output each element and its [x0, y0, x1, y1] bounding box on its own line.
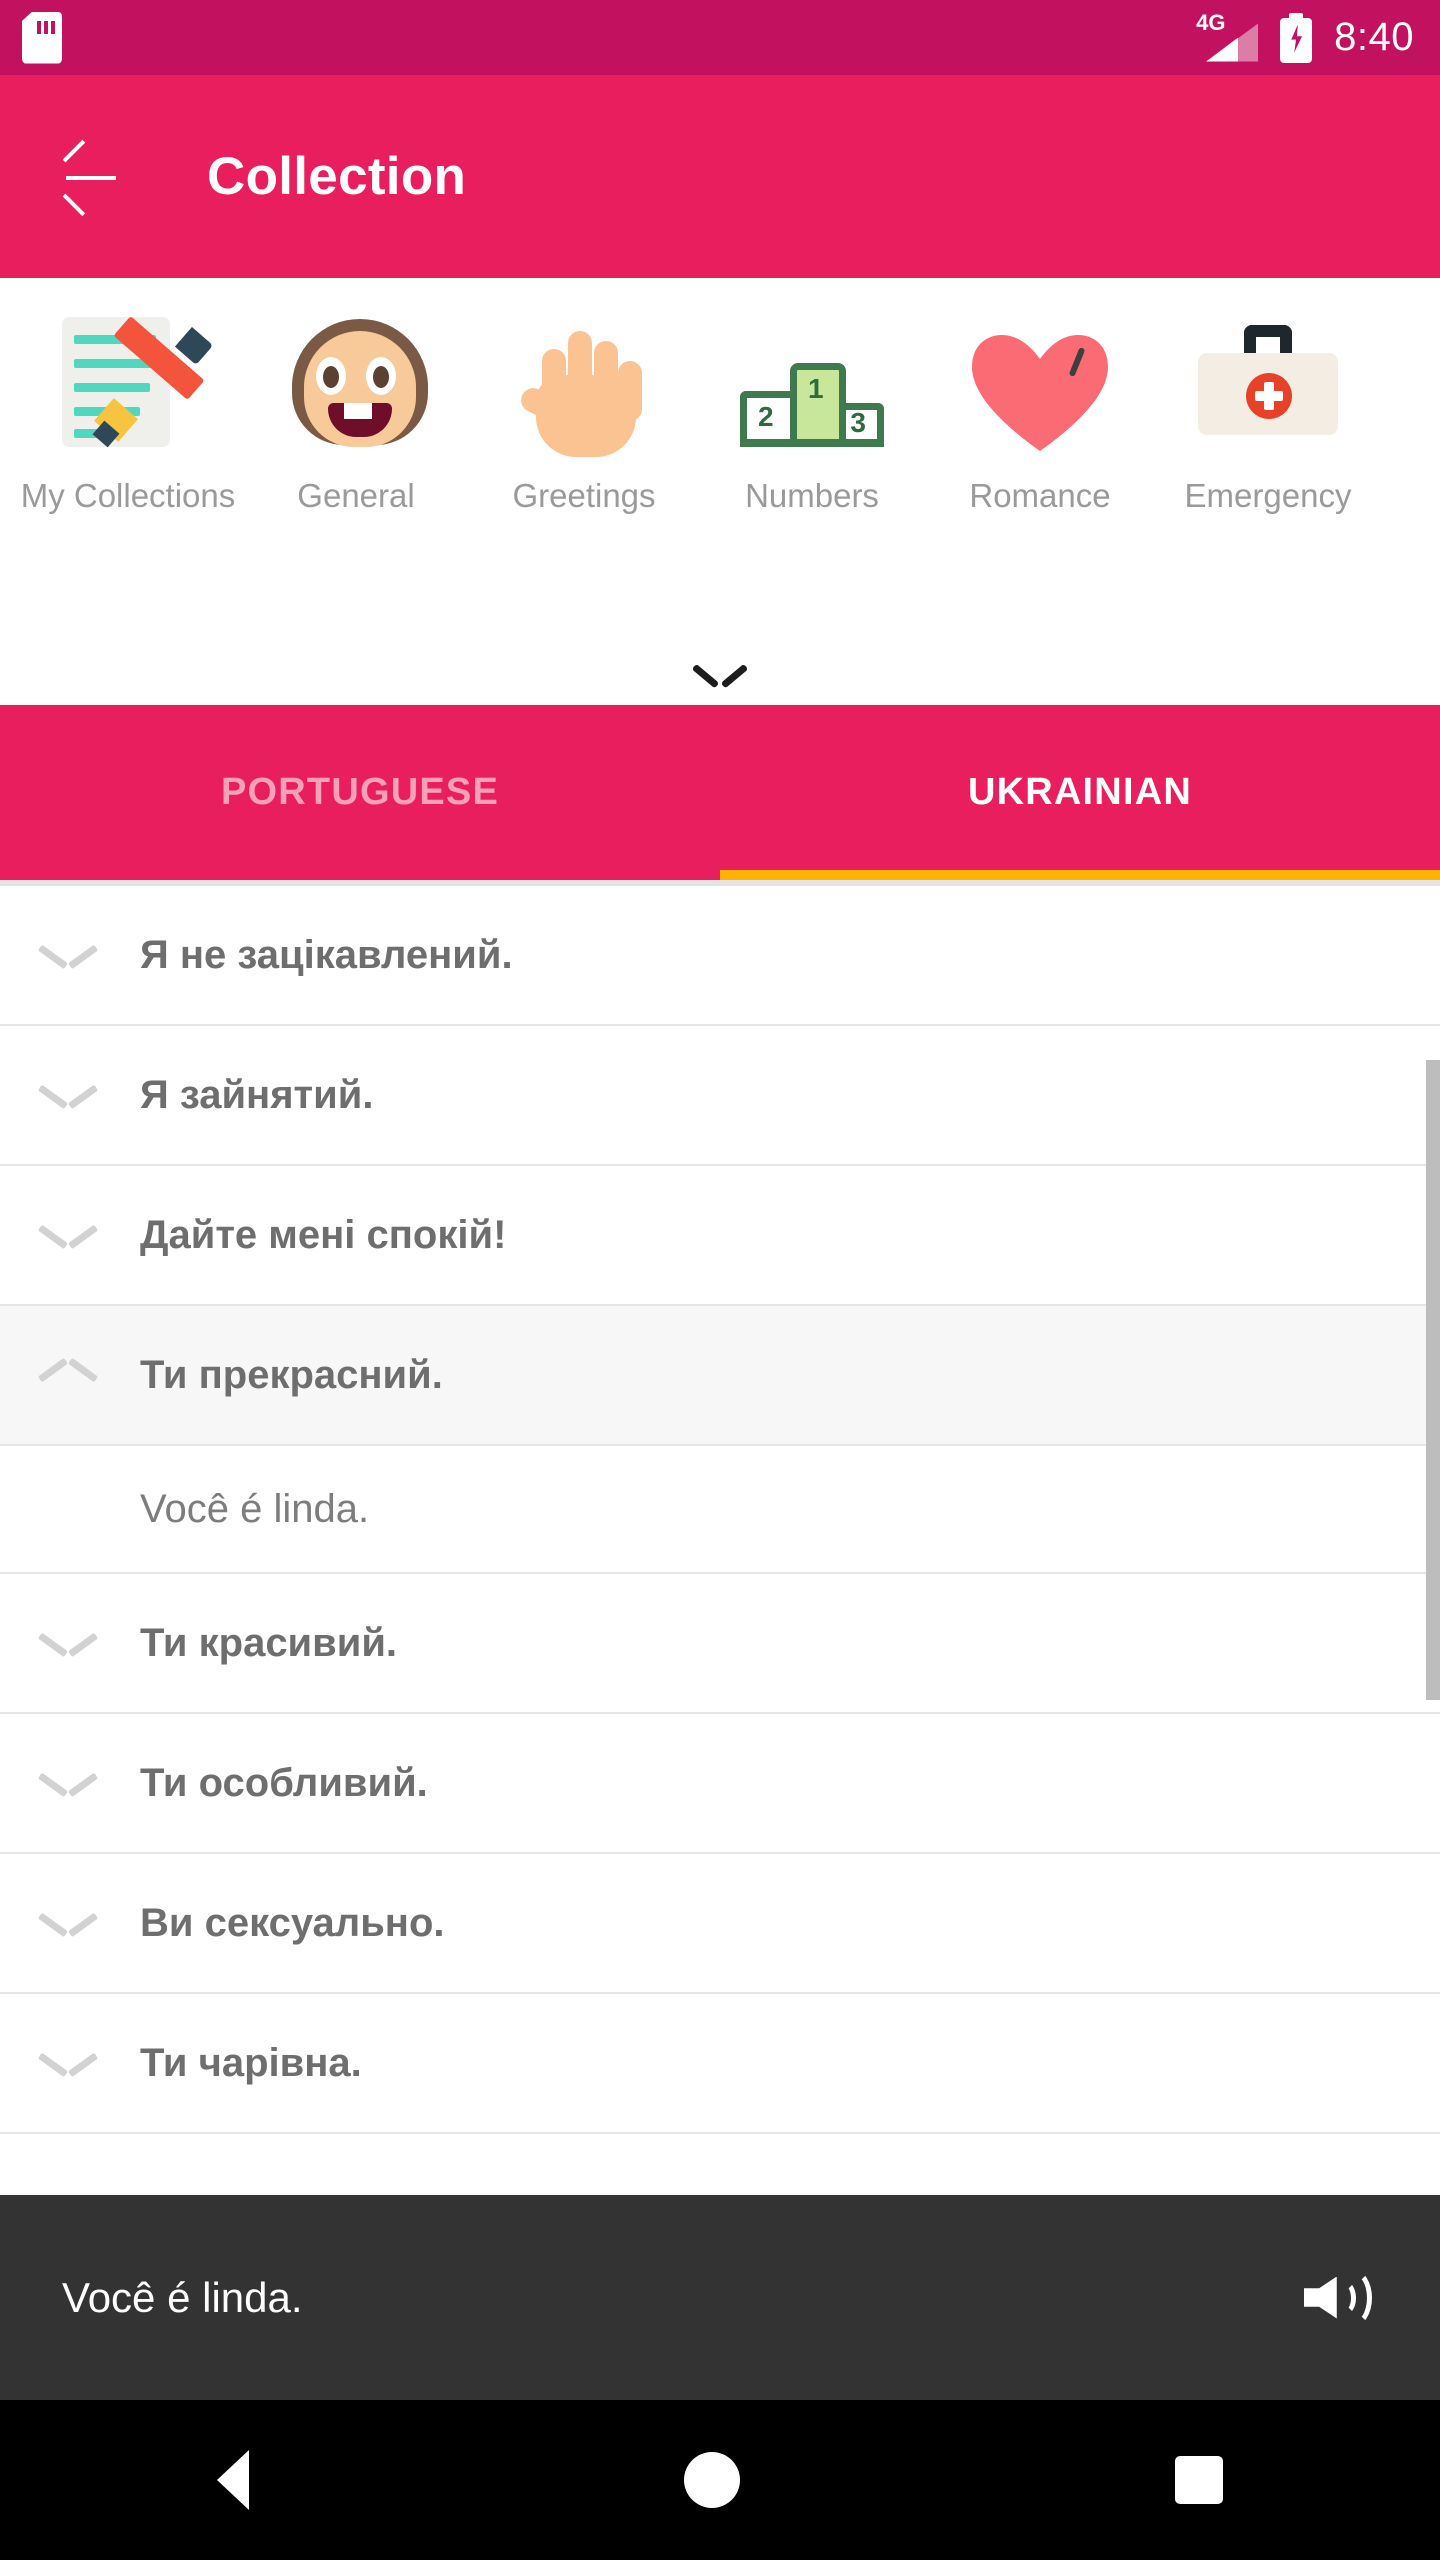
phrase-text: Я не зацікавлений. [140, 932, 513, 977]
category-item-my-collections[interactable]: My Collections [14, 311, 242, 516]
status-bar-clock: 8:40 [1334, 15, 1414, 59]
podium-123-icon: 2 1 3 [736, 311, 888, 463]
tab-label: PORTUGUESE [220, 771, 500, 813]
back-arrow-icon[interactable] [62, 139, 120, 216]
chevron-up-icon[interactable] [37, 1357, 99, 1390]
category-item-greetings[interactable]: Greetings [470, 311, 698, 516]
list-item[interactable]: Я зайнятий. [0, 1026, 1440, 1166]
phone-screen: 4G 8:40 Collection My Collections Genera… [0, 0, 1440, 2560]
phrase-text: Ти красивий. [140, 1620, 398, 1665]
chevron-down-icon[interactable] [37, 1628, 99, 1658]
category-label: My Collections [20, 477, 236, 514]
sd-card-icon [22, 11, 62, 64]
nav-back-triangle-icon[interactable] [217, 2450, 250, 2510]
chevron-down-icon[interactable] [37, 940, 99, 970]
first-aid-kit-icon [1192, 311, 1344, 463]
phrase-text: Ти прекрасний. [140, 1352, 443, 1397]
status-bar-right: 4G 8:40 [1196, 9, 1414, 63]
category-label: General [297, 477, 415, 514]
tab-portuguese[interactable]: PORTUGUESE [0, 705, 720, 880]
category-label: Greetings [512, 477, 656, 514]
chevron-down-icon[interactable] [37, 1768, 99, 1798]
chevron-down-icon[interactable] [37, 1908, 99, 1938]
battery-charging-icon [1280, 12, 1313, 63]
phrase-text: Дайте мені спокій! [140, 1212, 507, 1257]
speaker-volume-icon[interactable] [1304, 2265, 1378, 2331]
category-label: Romance [969, 477, 1111, 514]
nav-recents-square-icon[interactable] [1174, 2456, 1223, 2504]
status-bar: 4G 8:40 [0, 0, 1440, 75]
phrase-text: Ви сексуально. [140, 1900, 445, 1945]
list-item[interactable]: Я не зацікавлений. [0, 886, 1440, 1026]
nav-home-circle-icon[interactable] [683, 2452, 740, 2508]
app-bar: Collection [0, 75, 1440, 278]
list-item[interactable]: Дайте мені спокій! [0, 1166, 1440, 1306]
category-expander[interactable] [0, 661, 1440, 689]
category-item-general[interactable]: General [242, 311, 470, 516]
phrase-text: Ти чарівна. [140, 2040, 362, 2085]
tab-ukrainian[interactable]: UKRAINIAN [720, 705, 1440, 880]
list-item[interactable]: Ти особливий. [0, 1714, 1440, 1854]
category-strip: My Collections General Greetings 2 1 3 N… [0, 278, 1440, 705]
chevron-down-icon[interactable] [37, 2048, 99, 2078]
smiling-face-icon [280, 311, 432, 463]
translation-row[interactable]: Você é linda. [0, 1446, 1440, 1574]
heart-icon [964, 311, 1116, 463]
open-hand-icon [508, 311, 660, 463]
list-item[interactable]: Ти красивий. [0, 1574, 1440, 1714]
translation-text: Você é linda. [140, 1486, 370, 1531]
page-title: Collection [207, 147, 467, 206]
tab-label: UKRAINIAN [967, 771, 1192, 813]
list-scrollbar[interactable] [1426, 1060, 1440, 1700]
status-bar-left [22, 11, 62, 64]
phrase-text: Я зайнятий. [140, 1072, 374, 1117]
category-item-numbers[interactable]: 2 1 3 Numbers [698, 311, 926, 516]
category-label: Numbers [745, 477, 879, 514]
chevron-down-icon[interactable] [691, 661, 749, 689]
list-item-expanded[interactable]: Ти прекрасний. [0, 1306, 1440, 1446]
network-type-label: 4G [1196, 9, 1226, 35]
signal-bars-icon: 4G [1196, 9, 1259, 62]
audio-player-bar: Você é linda. [0, 2195, 1440, 2400]
notepad-pencil-icon [52, 311, 214, 463]
player-phrase-text: Você é linda. [62, 2273, 303, 2321]
phrase-list[interactable]: Я не зацікавлений. Я зайнятий. Дайте мен… [0, 880, 1440, 2195]
list-item[interactable]: Ви сексуально. [0, 1854, 1440, 1994]
chevron-down-icon[interactable] [37, 1220, 99, 1250]
phrase-text: Ти особливий. [140, 1760, 428, 1805]
chevron-down-icon[interactable] [37, 1080, 99, 1110]
category-item-emergency[interactable]: Emergency [1154, 311, 1382, 516]
category-item-romance[interactable]: Romance [926, 311, 1154, 516]
list-item[interactable]: Ти чарівна. [0, 1994, 1440, 2134]
category-list: My Collections General Greetings 2 1 3 N… [0, 278, 1440, 516]
category-label: Emergency [1184, 477, 1352, 514]
language-tab-bar: PORTUGUESE UKRAINIAN [0, 705, 1440, 880]
android-nav-bar [0, 2400, 1440, 2560]
